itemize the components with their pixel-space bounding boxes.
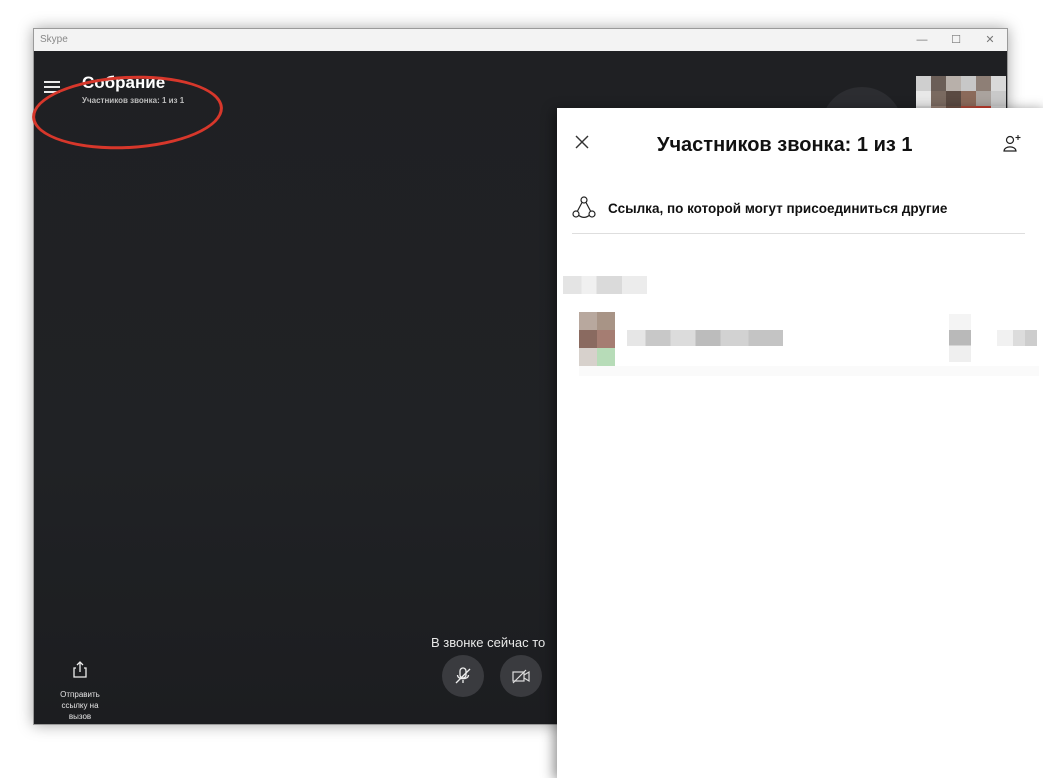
- panel-title: Участников звонка: 1 из 1: [657, 134, 913, 156]
- window-controls: — ☐ ✕: [905, 29, 1007, 51]
- close-window-button[interactable]: ✕: [973, 29, 1007, 51]
- mic-off-icon: [455, 667, 471, 684]
- share-link-button[interactable]: Отправить ссылку на вызов: [50, 661, 110, 722]
- participant-menu[interactable]: [997, 330, 1037, 346]
- title-bar: Skype — ☐ ✕: [34, 29, 1007, 51]
- invite-link-row[interactable]: Ссылка, по которой могут присоединиться …: [572, 196, 1025, 234]
- mute-button[interactable]: [442, 655, 484, 697]
- participants-panel: Участников звонка: 1 из 1 Ссылка, по кот…: [557, 108, 1043, 778]
- participant-section-header: [563, 276, 647, 294]
- participant-status: [949, 314, 971, 362]
- share-icon: [572, 196, 596, 218]
- participant-name: [627, 330, 783, 346]
- share-icon: [73, 661, 87, 678]
- add-person-icon[interactable]: [1002, 134, 1022, 154]
- minimize-button[interactable]: —: [905, 29, 939, 51]
- participant-avatar[interactable]: [579, 312, 615, 366]
- share-link-label: Отправить ссылку на вызов: [60, 690, 100, 721]
- video-off-icon: [512, 669, 530, 684]
- invite-link-text: Ссылка, по которой могут присоединиться …: [608, 201, 948, 216]
- close-icon[interactable]: [575, 135, 589, 149]
- window-title: Skype: [40, 34, 68, 45]
- video-button[interactable]: [500, 655, 542, 697]
- maximize-button[interactable]: ☐: [939, 29, 973, 51]
- participant-row-shadow: [579, 366, 1039, 376]
- call-notice: В звонке сейчас то: [431, 635, 546, 650]
